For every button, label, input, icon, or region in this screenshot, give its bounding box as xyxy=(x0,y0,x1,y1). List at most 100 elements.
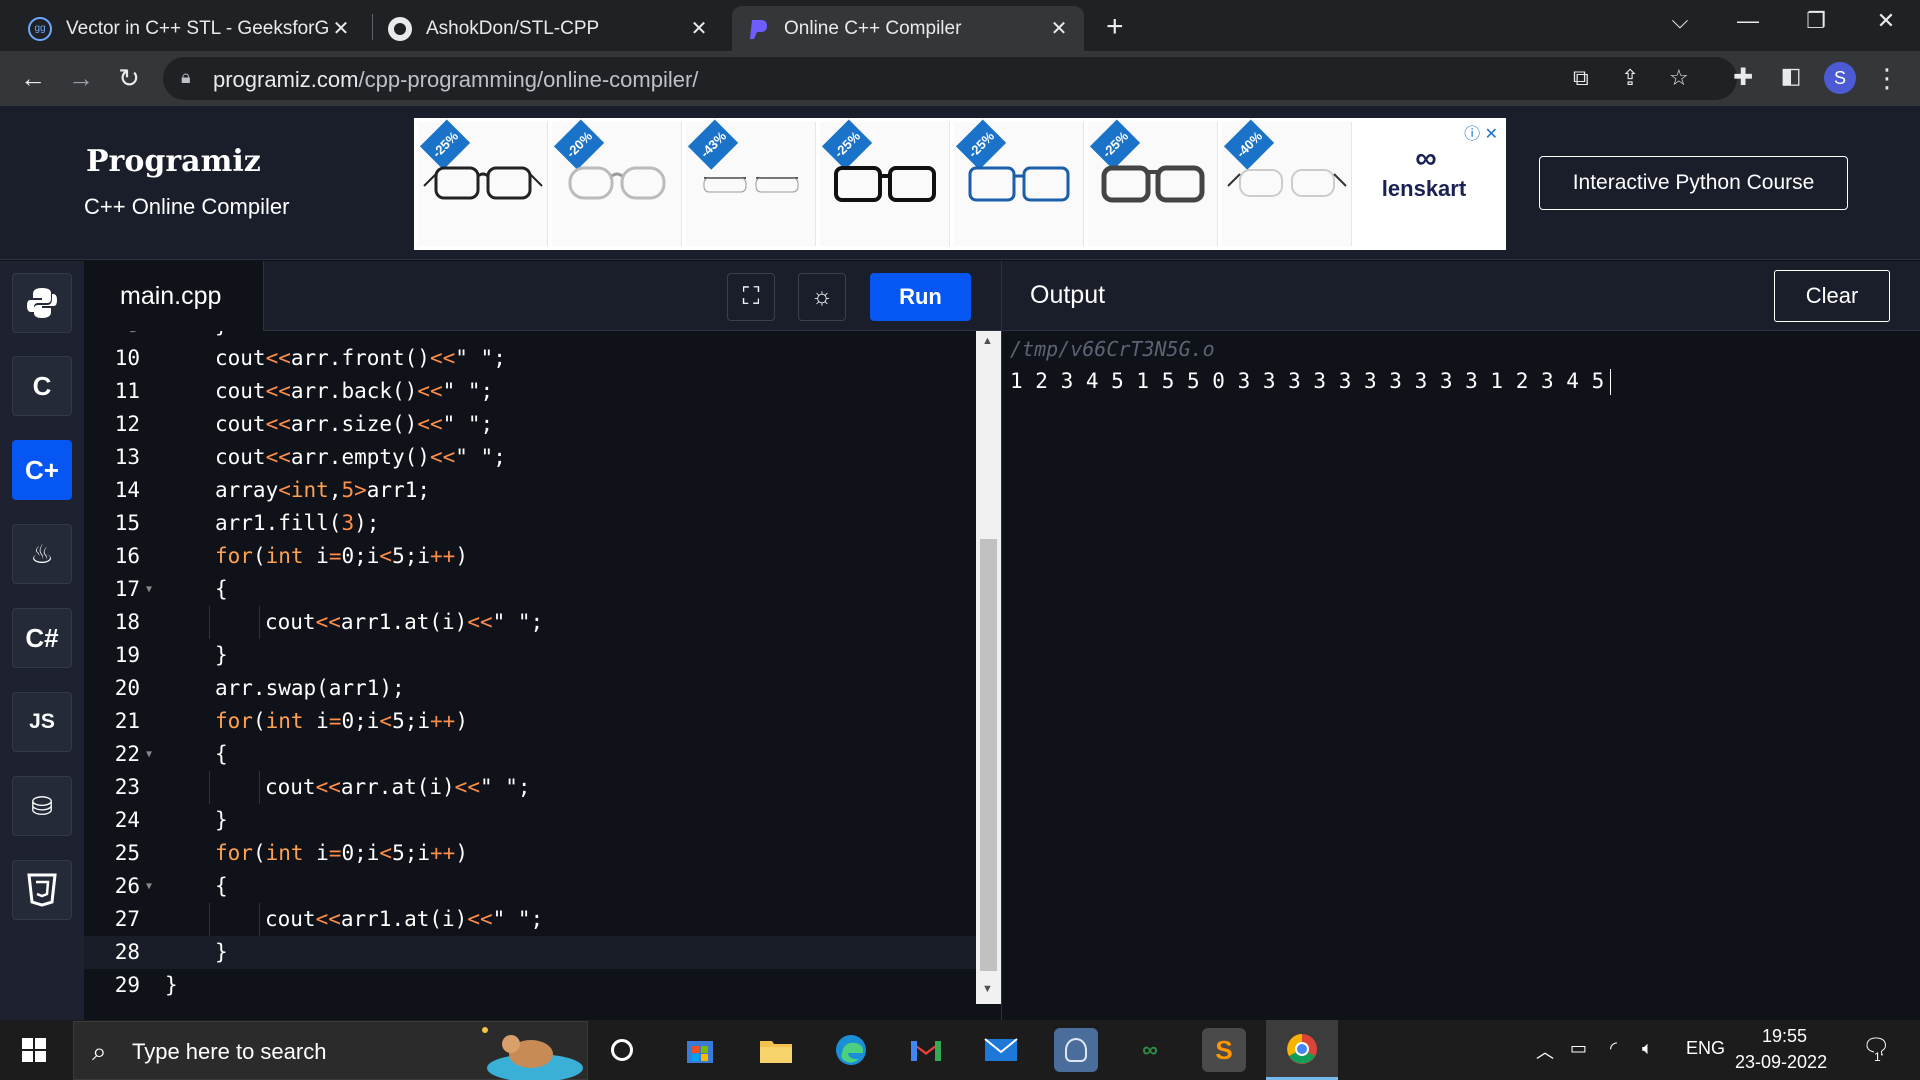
advertisement-banner[interactable]: -25% -20% -43% -25% -25% -25% -40% ∞ len… xyxy=(414,118,1506,250)
close-window-icon[interactable]: ✕ xyxy=(1866,8,1906,34)
file-tab-main-cpp[interactable]: main.cpp xyxy=(84,261,264,331)
fold-arrow-icon[interactable]: ▼ xyxy=(146,573,152,606)
code-line[interactable]: 13 cout<<arr.empty()<<" "; xyxy=(84,441,976,474)
ad-product-card[interactable]: -20% xyxy=(552,119,682,246)
fold-arrow-icon[interactable]: ▼ xyxy=(146,870,152,903)
ad-product-card[interactable]: -25% xyxy=(954,119,1084,246)
close-tab-icon[interactable]: ✕ xyxy=(1048,16,1070,41)
output-console[interactable]: /tmp/v66CrT3N5G.o 1 2 3 4 5 1 5 5 0 3 3 … xyxy=(1001,331,1920,1020)
task-view-icon[interactable] xyxy=(600,1028,644,1072)
tab-github[interactable]: AshokDon/STL-CPP ✕ xyxy=(374,6,724,51)
lang-sql[interactable]: ⛁ xyxy=(12,776,72,836)
code-line[interactable]: 21 for(int i=0;i<5;i++) xyxy=(84,705,976,738)
language-sidebar: C C+ ♨ C# JS ⛁ xyxy=(0,261,84,1020)
ad-product-card[interactable]: -25% xyxy=(418,119,548,246)
ad-product-card[interactable]: -43% xyxy=(686,119,816,246)
app-icon[interactable] xyxy=(1054,1028,1098,1072)
line-code: arr.swap(arr1); xyxy=(215,676,405,700)
address-bar[interactable]: 🔒︎ programiz.com/cpp-programming/online-… xyxy=(163,57,1737,100)
theme-toggle-button[interactable]: ☼ xyxy=(798,273,846,321)
code-line[interactable]: 17 ▼ { xyxy=(84,573,976,606)
input-language[interactable]: ENG xyxy=(1686,1038,1725,1059)
forward-icon[interactable]: → xyxy=(64,63,98,94)
code-line[interactable]: 28} xyxy=(84,936,976,969)
new-tab-button[interactable]: + xyxy=(1106,10,1124,44)
fullscreen-button[interactable]: ⛶ xyxy=(727,273,775,321)
ad-product-card[interactable]: -25% xyxy=(820,119,950,246)
code-line[interactable]: 12 cout<<arr.size()<<" "; xyxy=(84,408,976,441)
lenskart-logo[interactable]: ∞ lenskart xyxy=(1364,142,1484,202)
mail-icon[interactable] xyxy=(979,1028,1023,1072)
side-panel-icon[interactable]: ◧ xyxy=(1774,63,1808,89)
show-hidden-icons-icon[interactable]: ︿ xyxy=(1536,1038,1554,1064)
run-button[interactable]: Run xyxy=(870,273,971,321)
code-line[interactable]: 25 for(int i=0;i<5;i++) xyxy=(84,837,976,870)
editor-scrollbar[interactable]: ▲ ▼ xyxy=(976,331,1001,1004)
menu-kebab-icon[interactable]: ⋮ xyxy=(1870,63,1904,94)
profile-avatar[interactable]: S xyxy=(1824,62,1856,94)
wifi-icon[interactable]: ◜ xyxy=(1610,1038,1617,1059)
lock-icon[interactable]: 🔒︎ xyxy=(181,67,191,88)
lang-python[interactable] xyxy=(12,273,72,333)
code-line[interactable]: 19} xyxy=(84,639,976,672)
clock-date[interactable]: 23-09-2022 xyxy=(1735,1052,1827,1073)
interactive-python-course-button[interactable]: Interactive Python Course xyxy=(1539,156,1848,210)
share-icon[interactable]: ⇪ xyxy=(1621,65,1639,91)
sublime-text-icon[interactable]: S xyxy=(1202,1028,1246,1072)
scroll-up-arrow-icon[interactable]: ▲ xyxy=(982,335,993,347)
line-code: { xyxy=(215,874,228,898)
clock-time[interactable]: 19:55 xyxy=(1762,1026,1807,1047)
bookmark-star-icon[interactable]: ☆ xyxy=(1669,65,1689,91)
chrome-icon[interactable] xyxy=(1266,1020,1338,1080)
lang-c[interactable]: C xyxy=(12,356,72,416)
close-tab-icon[interactable]: ✕ xyxy=(688,16,710,41)
lang-html[interactable] xyxy=(12,860,72,920)
clear-button[interactable]: Clear xyxy=(1774,270,1890,322)
minimize-icon[interactable]: — xyxy=(1728,8,1768,34)
lang-csharp[interactable]: C# xyxy=(12,608,72,668)
tab-geeksforgeeks[interactable]: gg Vector in C++ STL - GeeksforGee ✕ xyxy=(14,6,366,51)
ad-close-icon[interactable]: ⓘ ✕ xyxy=(1464,120,1498,144)
code-line[interactable]: 14 array<int,5>arr1; xyxy=(84,474,976,507)
back-icon[interactable]: ← xyxy=(16,63,50,94)
tab-online-compiler[interactable]: Online C++ Compiler ✕ xyxy=(732,6,1084,51)
volume-icon[interactable]: 🔈︎ xyxy=(1642,1038,1653,1059)
code-line[interactable]: 16 for(int i=0;i<5;i++) xyxy=(84,540,976,573)
code-line[interactable]: 27 cout<<arr1.at(i)<<" "; xyxy=(84,903,976,936)
code-line[interactable]: 10 cout<<arr.front()<<" "; xyxy=(84,342,976,375)
code-line[interactable]: 24} xyxy=(84,804,976,837)
lang-cpp[interactable]: C+ xyxy=(12,440,72,500)
lang-java[interactable]: ♨ xyxy=(12,524,72,584)
code-line[interactable]: 26 ▼ { xyxy=(84,870,976,903)
geeksforgeeks-icon[interactable]: ∞ xyxy=(1128,1028,1172,1072)
reload-icon[interactable]: ↻ xyxy=(112,63,146,94)
lang-javascript[interactable]: JS xyxy=(12,692,72,752)
extensions-icon[interactable]: ✚ xyxy=(1726,63,1760,92)
scrollbar-thumb[interactable] xyxy=(980,539,997,971)
fold-arrow-icon[interactable]: ▼ xyxy=(146,738,152,771)
restore-icon[interactable]: ❐ xyxy=(1796,8,1836,34)
tab-search-icon[interactable]: ⌵ xyxy=(1660,8,1700,34)
open-in-app-icon[interactable]: ⧉ xyxy=(1573,65,1589,91)
taskbar-search-box[interactable]: ⌕ Type here to search xyxy=(73,1021,588,1080)
programiz-logo[interactable]: Programiz xyxy=(86,144,261,179)
windows-start-icon[interactable] xyxy=(22,1038,46,1067)
ad-product-card[interactable]: -25% xyxy=(1088,119,1218,246)
line-number: 21 xyxy=(114,709,140,733)
code-editor[interactable]: 9} 10 cout<<arr.front()<<" "; 11 cout<<arr.… xyxy=(84,331,976,1020)
edge-icon[interactable] xyxy=(829,1028,873,1072)
code-line[interactable]: 29} xyxy=(84,969,976,1002)
code-line[interactable]: 15 arr1.fill(3); xyxy=(84,507,976,540)
code-line[interactable]: 20 arr.swap(arr1); xyxy=(84,672,976,705)
battery-icon[interactable]: ▭ xyxy=(1570,1038,1587,1059)
ad-product-card[interactable]: -40% xyxy=(1222,119,1352,246)
code-line[interactable]: 23 cout<<arr.at(i)<<" "; xyxy=(84,771,976,804)
scroll-down-arrow-icon[interactable]: ▼ xyxy=(982,983,993,995)
file-explorer-icon[interactable] xyxy=(754,1028,798,1072)
code-line[interactable]: 18 cout<<arr1.at(i)<<" "; xyxy=(84,606,976,639)
gmail-icon[interactable] xyxy=(904,1028,948,1072)
code-line[interactable]: 22 ▼ { xyxy=(84,738,976,771)
microsoft-store-icon[interactable] xyxy=(678,1028,722,1072)
close-tab-icon[interactable]: ✕ xyxy=(330,16,352,41)
code-line[interactable]: 11 cout<<arr.back()<<" "; xyxy=(84,375,976,408)
